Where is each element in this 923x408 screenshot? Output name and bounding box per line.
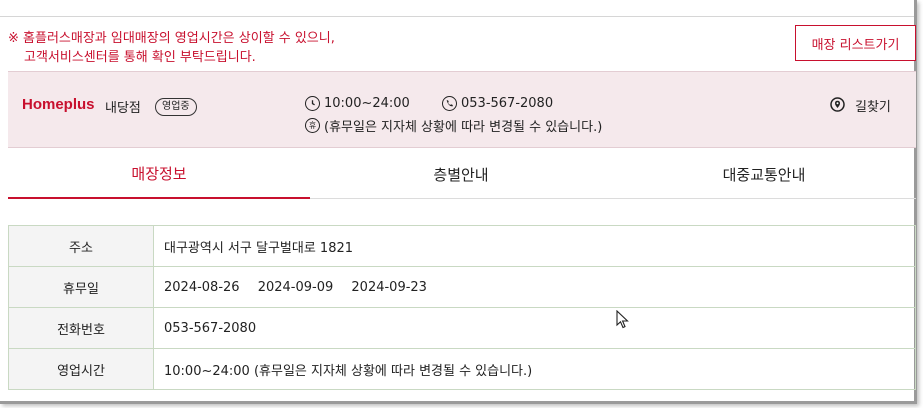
top-divider — [0, 16, 914, 17]
address-label: 주소 — [8, 225, 154, 267]
clock-icon — [305, 96, 320, 111]
store-list-button[interactable]: 매장 리스트가기 — [795, 25, 916, 61]
brand-name: Homeplus — [22, 96, 95, 113]
tab-public-transit[interactable]: 대중교통안내 — [612, 149, 916, 199]
holiday-date: 2024-09-23 — [351, 279, 427, 295]
holiday-note-text: (휴무일은 지자체 상황에 따라 변경될 수 있습니다.) — [324, 120, 603, 135]
table-row: 휴무일 2024-08-26 2024-09-09 2024-09-23 — [8, 266, 916, 308]
tab-floor-guide[interactable]: 층별안내 — [310, 149, 612, 199]
holiday-date: 2024-09-09 — [257, 279, 334, 295]
mouse-cursor-icon — [616, 310, 629, 329]
store-hours-text: 10:00~24:00 — [324, 96, 410, 111]
store-phone-text: 053-567-2080 — [461, 96, 554, 111]
table-row: 주소 대구광역시 서구 달구벌대로 1821 — [8, 225, 916, 267]
tab-store-info[interactable]: 매장정보 — [8, 149, 310, 199]
business-hours-label: 영업시간 — [8, 348, 154, 390]
table-row: 전화번호 053-567-2080 — [8, 307, 916, 349]
holiday-note: 휴 (휴무일은 지자체 상황에 따라 변경될 수 있습니다.) — [305, 116, 602, 135]
phone-icon — [442, 96, 457, 111]
holiday-icon: 휴 — [305, 118, 320, 133]
address-value: 대구광역시 서구 달구벌대로 1821 — [153, 225, 916, 267]
branch-name: 내당점 — [105, 101, 141, 116]
page-frame: ※ 홈플러스매장과 임대매장의 영업시간은 상이할 수 있으니, 고객서비스센터… — [0, 0, 917, 404]
store-summary-bar: Homeplus 내당점 영업중 10:00~24:00 053-567-208… — [8, 71, 916, 148]
business-hours-value: 10:00~24:00 (휴무일은 지자체 상황에 따라 변경될 수 있습니다.… — [153, 348, 916, 390]
holiday-dates: 2024-08-26 2024-09-09 2024-09-23 — [153, 266, 916, 308]
location-pin-icon — [830, 97, 845, 112]
holiday-label: 휴무일 — [8, 266, 154, 308]
store-tabs: 매장정보 층별안내 대중교통안내 — [8, 149, 916, 199]
store-hours: 10:00~24:00 — [305, 96, 410, 111]
directions-link[interactable]: 길찾기 — [830, 96, 891, 115]
notice-line-2: 고객서비스센터를 통해 확인 부탁드립니다. — [24, 50, 256, 65]
store-phone: 053-567-2080 — [442, 96, 553, 111]
status-badge: 영업중 — [155, 98, 197, 116]
notice-line-1: ※ 홈플러스매장과 임대매장의 영업시간은 상이할 수 있으니, — [8, 31, 335, 46]
table-row: 영업시간 10:00~24:00 (휴무일은 지자체 상황에 따라 변경될 수 … — [8, 348, 916, 390]
store-info-table: 주소 대구광역시 서구 달구벌대로 1821 휴무일 2024-08-26 20… — [8, 225, 916, 390]
hours-notice: ※ 홈플러스매장과 임대매장의 영업시간은 상이할 수 있으니, 고객서비스센터… — [8, 29, 335, 67]
phone-label: 전화번호 — [8, 307, 154, 349]
phone-value: 053-567-2080 — [153, 307, 916, 349]
directions-label: 길찾기 — [855, 100, 891, 115]
holiday-date: 2024-08-26 — [164, 279, 240, 295]
